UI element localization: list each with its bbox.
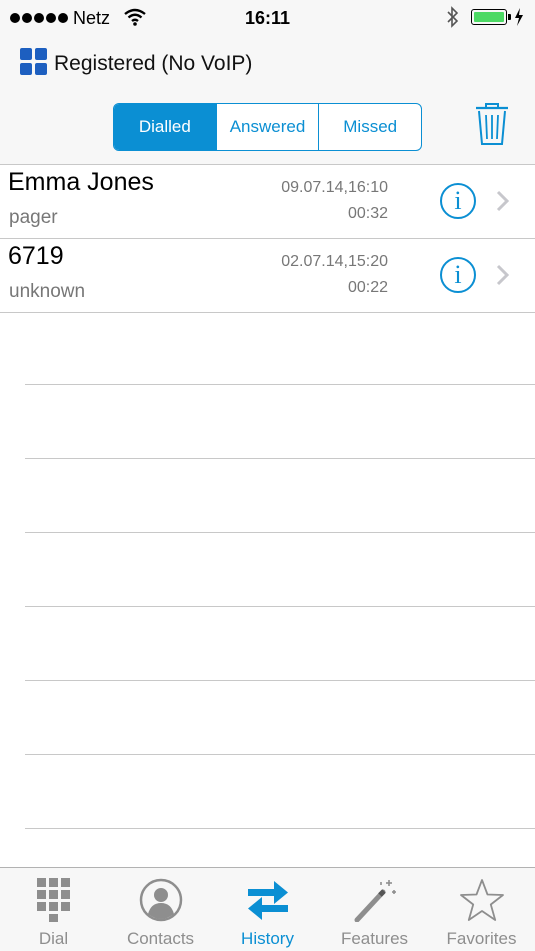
registration-status-icon [20, 48, 47, 75]
keypad-icon [36, 878, 70, 922]
call-row[interactable]: Emma Jones pager 09.07.14,16:10 00:32 i [0, 165, 535, 239]
segment-dialled[interactable]: Dialled [114, 104, 217, 150]
call-type: pager [9, 207, 58, 228]
star-icon [459, 879, 504, 921]
call-date: 02.07.14,15:20 [281, 253, 388, 270]
tab-label: Contacts [126, 929, 195, 948]
chevron-right-icon[interactable] [496, 264, 510, 286]
call-row[interactable]: 6719 unknown 02.07.14,15:20 00:22 i [0, 239, 535, 313]
magic-wand-icon [354, 880, 396, 922]
tab-label: Dial [38, 929, 69, 948]
tab-bar: Dial Contacts History Features Favorites [0, 867, 535, 951]
list-separator [25, 459, 535, 533]
call-duration: 00:22 [347, 279, 388, 296]
tab-label: Favorites [446, 929, 517, 948]
call-date: 09.07.14,16:10 [281, 179, 388, 196]
tab-features[interactable]: Features [321, 868, 428, 951]
tab-favorites[interactable]: Favorites [428, 868, 535, 951]
tab-label: Features [340, 929, 409, 948]
info-icon[interactable]: i [440, 183, 476, 219]
segment-missed[interactable]: Missed [319, 104, 421, 150]
tab-history[interactable]: History [214, 868, 321, 951]
chevron-right-icon[interactable] [496, 190, 510, 212]
call-name: 6719 [8, 242, 64, 270]
call-type: unknown [9, 281, 86, 302]
battery-icon [471, 9, 511, 25]
call-name: Emma Jones [8, 168, 154, 196]
history-arrows-icon [247, 881, 288, 920]
bluetooth-icon [447, 6, 459, 28]
list-separator [25, 311, 535, 385]
history-filter-segmented-control: Dialled Answered Missed [113, 103, 422, 151]
trash-icon[interactable] [474, 102, 510, 146]
header: Registered (No VoIP) Dialled Answered Mi… [0, 36, 535, 165]
list-separator [25, 607, 535, 681]
contact-icon [139, 878, 182, 922]
list-separator [25, 755, 535, 829]
info-icon[interactable]: i [440, 257, 476, 293]
call-history-list: Emma Jones pager 09.07.14,16:10 00:32 i … [0, 165, 535, 313]
tab-contacts[interactable]: Contacts [107, 868, 214, 951]
call-duration: 00:32 [347, 205, 388, 222]
list-separator [25, 385, 535, 459]
segment-answered[interactable]: Answered [217, 104, 320, 150]
empty-list-separators [0, 311, 535, 829]
tab-label: History [241, 929, 294, 948]
list-separator [25, 681, 535, 755]
charging-bolt-icon [515, 8, 523, 26]
registration-status-text: Registered (No VoIP) [54, 52, 253, 75]
tab-dial[interactable]: Dial [0, 868, 107, 951]
list-separator [25, 533, 535, 607]
status-bar: Netz 16:11 [0, 0, 535, 36]
